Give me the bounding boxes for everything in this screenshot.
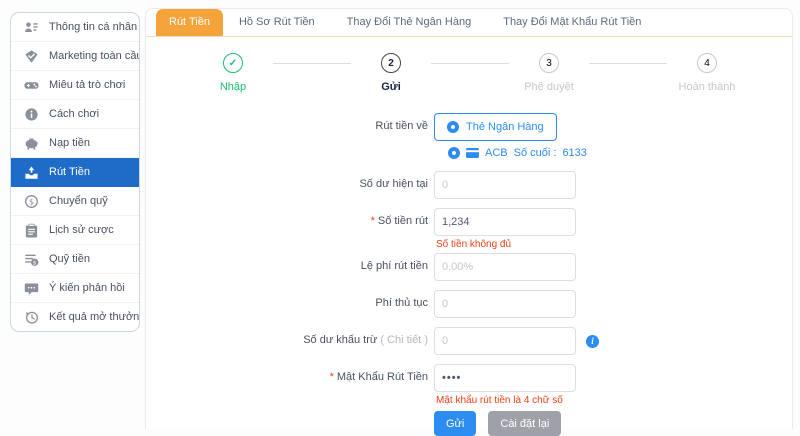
svg-text:$: $ [33,260,37,266]
medal-icon [24,49,39,64]
sidebar-item-label: Thông tin cá nhân [49,21,137,33]
sidebar-item-game-description[interactable]: Miêu tả trò chơi [11,71,139,100]
selected-bank-row[interactable]: ACB Số cuối : 6133 [448,145,792,161]
step-approve: 3 Phê duyệt [509,53,589,93]
sidebar-item-label: Miêu tả trò chơi [49,79,125,91]
sidebar-item-label: Marketing toàn cầu [49,50,140,62]
bank-card-icon [466,148,479,158]
piggy-bank-icon [24,136,39,151]
feedback-bubble-icon [24,281,39,296]
sidebar-item-label: Nạp tiền [49,137,90,149]
step-label: Hoàn thành [679,81,736,93]
tab-withdraw-records[interactable]: Hồ Sơ Rút Tiền [223,9,331,36]
bank-name: ACB [485,147,508,159]
step-connector [431,63,509,64]
bank-card-last-digits: 6133 [562,147,586,159]
sidebar-item-bet-history[interactable]: Lịch sử cược [11,216,139,245]
sidebar-item-feedback[interactable]: Ý kiến phản hồi [11,274,139,303]
step-label: Phê duyệt [524,81,574,93]
required-marker: * [371,215,375,227]
history-clock-icon [24,310,39,325]
sidebar-item-label: Cách chơi [49,108,99,120]
reset-button[interactable]: Cài đặt lại [488,411,561,436]
step-connector [589,63,667,64]
svg-text:$: $ [29,197,34,206]
current-balance-label: Số dư hiện tại [146,171,428,197]
sidebar-item-deposit[interactable]: Nạp tiền [11,129,139,158]
deduction-balance-label: Số dư khấu trừ ( Chi tiết ) [146,327,428,353]
radio-checked-icon [447,121,459,133]
step-complete: 4 Hoàn thành [667,53,747,93]
bank-suffix-label: Số cuối : [514,147,557,159]
deduction-balance-input[interactable] [434,327,576,355]
tab-withdraw[interactable]: Rút Tiền [156,9,223,36]
bank-card-option-label: Thẻ Ngân Hàng [466,121,544,133]
required-marker: * [330,371,334,383]
sidebar-item-marketing[interactable]: Marketing toàn cầu [11,42,139,71]
detail-link[interactable]: ( Chi tiết ) [380,334,428,346]
sidebar-item-label: Kết quả mở thưởng [49,311,140,323]
bank-card-option-button[interactable]: Thẻ Ngân Hàng [434,113,557,141]
tab-change-withdraw-password[interactable]: Thay Đổi Mật Khẩu Rút Tiền [487,9,657,36]
dollar-coin-icon: $ [24,194,39,209]
step-label: Nhập [220,81,246,93]
withdraw-amount-label: *Số tiền rút [146,208,428,234]
sidebar-item-label: Lịch sử cược [49,224,114,236]
clipboard-icon [24,223,39,238]
submit-button[interactable]: Gửi [434,411,476,436]
tab-bar: Rút Tiền Hồ Sơ Rút Tiền Thay Đổi Thẻ Ngâ… [146,9,792,37]
funds-list-icon: $ [24,252,39,267]
withdraw-money-icon [24,165,39,180]
amount-error-message: Số tiền không đủ [436,239,511,251]
password-hint-message: Mật khẩu rút tiền là 4 chữ số [436,395,563,407]
sidebar-item-label: Ý kiến phản hồi [49,282,125,294]
current-balance-input[interactable] [434,171,576,199]
gamepad-icon [24,78,39,93]
tab-change-bank-card[interactable]: Thay Đổi Thẻ Ngân Hàng [331,9,488,36]
sidebar-item-profile[interactable]: Thông tin cá nhân [11,13,139,42]
sidebar-item-lottery-results[interactable]: Kết quả mở thưởng [11,303,139,331]
step-connector [273,63,351,64]
sidebar-item-label: Rút Tiền [49,166,90,178]
withdraw-form: Rút tiền về Thẻ Ngân Hàng ACB Số cuối : … [146,113,792,436]
info-circle-icon [24,107,39,122]
progress-steps: ✓ Nhập 2 Gửi 3 Phê duyệt 4 Hoàn thành [193,53,747,93]
withdraw-to-label: Rút tiền về [146,113,428,139]
step-number: 4 [697,53,717,73]
step-label: Gửi [381,81,401,93]
withdraw-fee-label: Lệ phí rút tiền [146,253,428,279]
procedure-fee-input[interactable] [434,290,576,318]
main-panel: Rút Tiền Hồ Sơ Rút Tiền Thay Đổi Thẻ Ngâ… [145,8,793,429]
sidebar-item-funds[interactable]: $ Quỹ tiền [11,245,139,274]
withdraw-password-label: *Mật Khẩu Rút Tiền [146,364,428,390]
step-number: 2 [381,53,401,73]
step-enter: ✓ Nhập [193,53,273,93]
step-check-icon: ✓ [223,53,243,73]
sidebar-item-label: Chuyển quỹ [49,195,108,207]
sidebar-item-label: Quỹ tiền [49,253,90,265]
sidebar-item-withdraw[interactable]: Rút Tiền [11,158,139,187]
sidebar-item-transfer-funds[interactable]: $ Chuyển quỹ [11,187,139,216]
info-icon[interactable]: i [586,335,599,348]
sidebar-item-how-to-play[interactable]: Cách chơi [11,100,139,129]
withdraw-password-input[interactable] [434,364,576,392]
radio-checked-icon [448,147,460,159]
withdraw-amount-input[interactable] [434,208,576,236]
procedure-fee-label: Phí thủ tục [146,290,428,316]
step-number: 3 [539,53,559,73]
form-actions: Gửi Cài đặt lại [434,411,792,436]
id-card-icon [24,20,39,35]
withdraw-fee-input[interactable] [434,253,576,281]
sidebar: Thông tin cá nhân Marketing toàn cầu Miê… [10,12,140,332]
step-send: 2 Gửi [351,53,431,93]
